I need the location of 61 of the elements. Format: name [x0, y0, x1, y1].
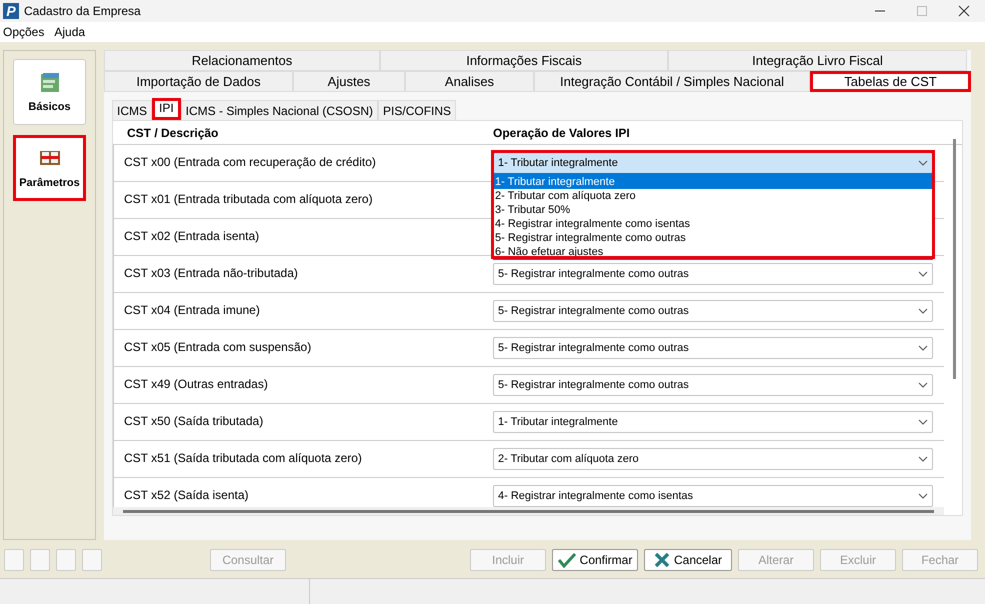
- button[interactable]: Confirmar: [552, 549, 638, 571]
- dropdown-option[interactable]: 2- Tributar com alíquota zero: [494, 189, 932, 203]
- tab[interactable]: Tabelas de CST: [810, 71, 971, 92]
- dropdown-option[interactable]: 5- Registrar integralmente como outras: [494, 231, 932, 245]
- column-header: CST / Descrição: [126, 126, 220, 140]
- tab[interactable]: Importação de Dados: [104, 71, 293, 92]
- table-cell-text: CST x02 (Entrada isenta): [123, 228, 260, 245]
- dropdown[interactable]: 5- Registrar integralmente como outras: [493, 374, 933, 396]
- scrollbar[interactable]: [113, 507, 944, 515]
- app-logo: P: [3, 3, 19, 19]
- maximize-icon[interactable]: [916, 5, 928, 17]
- tab[interactable]: ICMS: [112, 100, 152, 120]
- column-header: Operação de Valores IPI: [493, 126, 630, 140]
- tab[interactable]: PIS/COFINS: [378, 100, 456, 120]
- tab[interactable]: IPI: [152, 98, 181, 120]
- check-icon: [558, 552, 576, 568]
- dropdown[interactable]: 2- Tributar com alíquota zero: [493, 448, 933, 470]
- table-cell-text: CST x52 (Saída isenta): [123, 487, 250, 504]
- chevron-down-icon: [918, 382, 928, 388]
- chevron-down-icon: [918, 345, 928, 351]
- dropdown[interactable]: 5- Registrar integralmente como outras: [493, 337, 933, 359]
- table-cell-text: CST x05 (Entrada com suspensão): [123, 339, 312, 356]
- tab[interactable]: Ajustes: [293, 71, 405, 92]
- table-cell-text: CST x04 (Entrada imune): [123, 302, 261, 319]
- tab[interactable]: Integração Contábil / Simples Nacional: [534, 71, 810, 92]
- table-cell-text: CST x49 (Outras entradas): [123, 376, 269, 393]
- table-cell-text: CST x01 (Entrada tributada com alíquota zero): [123, 191, 374, 208]
- tab[interactable]: Analises: [405, 71, 534, 92]
- dropdown[interactable]: 1- Tributar integralmente: [493, 152, 933, 174]
- window-title: Cadastro da Empresa: [24, 4, 141, 18]
- dropdown[interactable]: 5- Registrar integralmente como outras: [493, 263, 933, 285]
- tab[interactable]: ICMS - Simples Nacional (CSOSN): [180, 100, 378, 120]
- tab[interactable]: Relacionamentos: [104, 50, 380, 71]
- chevron-down-icon: [918, 160, 928, 166]
- chevron-down-icon: [918, 493, 928, 499]
- chevron-down-icon: [918, 271, 928, 277]
- chevron-down-icon: [918, 308, 928, 314]
- dropdown[interactable]: 5- Registrar integralmente como outras: [493, 300, 933, 322]
- folder-stack-icon: [38, 71, 60, 93]
- dropdown[interactable]: 1- Tributar integralmente: [493, 411, 933, 433]
- sidebar-item[interactable]: Parâmetros: [13, 135, 86, 201]
- table-cell-text: CST x50 (Saída tributada): [123, 413, 264, 430]
- chevron-down-icon: [918, 419, 928, 425]
- table-cell-text: CST x03 (Entrada não-tributada): [123, 265, 299, 282]
- tab[interactable]: Informações Fiscais: [380, 50, 668, 71]
- button[interactable]: Cancelar: [644, 549, 732, 571]
- dropdown-option[interactable]: 3- Tributar 50%: [494, 203, 932, 217]
- menu-item[interactable]: Opções: [3, 25, 44, 39]
- dropdown-option[interactable]: 4- Registrar integralmente como isentas: [494, 217, 932, 231]
- tab[interactable]: Integração Livro Fiscal: [668, 50, 967, 71]
- dropdown[interactable]: 4- Registrar integralmente como isentas: [493, 485, 933, 507]
- chevron-down-icon: [918, 456, 928, 462]
- cross-icon: [654, 552, 670, 568]
- sidebar-item[interactable]: Básicos: [13, 59, 86, 125]
- menu-item[interactable]: Ajuda: [54, 25, 86, 39]
- close-icon[interactable]: [958, 5, 970, 17]
- table-cell-text: CST x51 (Saída tributada com alíquota zero): [123, 450, 363, 467]
- table-cell-text: CST x00 (Entrada com recuperação de crédito): [123, 154, 377, 171]
- scrollbar[interactable]: [953, 139, 956, 379]
- dropdown-option[interactable]: 6- Não efetuar ajustes: [494, 245, 932, 259]
- dropdown-option[interactable]: 1- Tributar integralmente: [494, 175, 932, 189]
